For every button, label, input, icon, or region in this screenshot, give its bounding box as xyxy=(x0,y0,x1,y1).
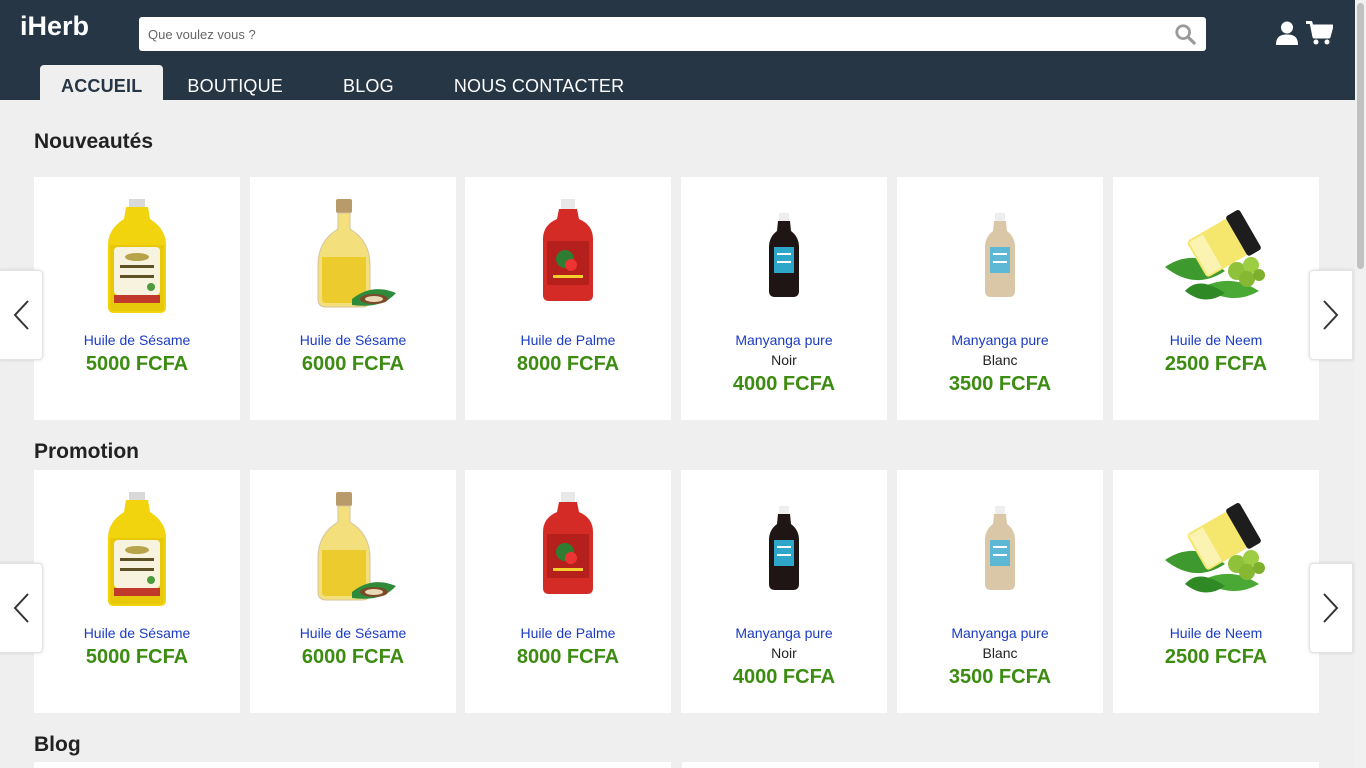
product-name-link[interactable]: Huile de Sésame xyxy=(34,332,240,348)
product-card[interactable]: Manyanga pure Noir 4000 FCFA xyxy=(681,470,887,713)
product-image[interactable] xyxy=(1155,488,1277,610)
chevron-left-icon xyxy=(13,300,29,330)
product-image[interactable] xyxy=(507,195,629,317)
product-image[interactable] xyxy=(723,488,845,610)
chevron-left-icon xyxy=(13,593,29,623)
page-scrollbar[interactable] xyxy=(1355,0,1366,768)
product-name-link[interactable]: Manyanga pure xyxy=(897,625,1103,641)
product-image[interactable] xyxy=(76,488,198,610)
nav-blog[interactable]: BLOG xyxy=(323,65,414,100)
product-image[interactable] xyxy=(1155,195,1277,317)
product-card[interactable]: Manyanga pure Noir 4000 FCFA xyxy=(681,177,887,420)
product-price: 6000 FCFA xyxy=(301,353,405,375)
product-name-link[interactable]: Manyanga pure xyxy=(681,332,887,348)
product-card[interactable]: Manyanga pure Blanc 3500 FCFA xyxy=(897,177,1103,420)
product-card[interactable]: Huile de Neem 2500 FCFA xyxy=(1113,470,1319,713)
section-title-nouveautes: Nouveautés xyxy=(34,130,154,153)
product-carousel-promotion: Huile de Sésame 5000 FCFA Huile de Sésame 6… xyxy=(34,470,1320,713)
product-image[interactable] xyxy=(76,195,198,317)
product-image[interactable] xyxy=(507,488,629,610)
product-price: 5000 FCFA xyxy=(85,353,189,375)
product-price: 8000 FCFA xyxy=(516,646,620,668)
product-name-link[interactable]: Huile de Neem xyxy=(1113,332,1319,348)
product-price: 6000 FCFA xyxy=(301,646,405,668)
header-bar: iHerb ACCUEIL BOUTIQUE BLOG NOUS CONTACT… xyxy=(0,0,1355,100)
section-title-promotion: Promotion xyxy=(34,440,139,463)
product-variant: Blanc xyxy=(982,645,1018,661)
product-variant: Noir xyxy=(771,352,797,368)
product-card[interactable]: Huile de Palme 8000 FCFA xyxy=(465,470,671,713)
product-name-link[interactable]: Huile de Sésame xyxy=(250,625,456,641)
product-price: 3500 FCFA xyxy=(948,666,1052,688)
product-price: 8000 FCFA xyxy=(516,353,620,375)
search-box xyxy=(139,17,1206,51)
product-card[interactable]: Huile de Sésame 6000 FCFA xyxy=(250,177,456,420)
carousel-next-button[interactable] xyxy=(1309,563,1353,653)
carousel-next-button[interactable] xyxy=(1309,270,1353,360)
product-image[interactable] xyxy=(939,195,1061,317)
carousel-prev-button[interactable] xyxy=(0,270,43,360)
product-image[interactable] xyxy=(723,195,845,317)
carousel-prev-button[interactable] xyxy=(0,563,43,653)
product-price: 2500 FCFA xyxy=(1164,353,1268,375)
product-image[interactable] xyxy=(292,195,414,317)
logo[interactable]: iHerb xyxy=(20,11,89,42)
product-price: 4000 FCFA xyxy=(732,373,836,395)
search-icon[interactable] xyxy=(1174,23,1196,45)
scroll-thumb[interactable] xyxy=(1357,3,1364,269)
product-image[interactable] xyxy=(292,488,414,610)
nav-boutique[interactable]: BOUTIQUE xyxy=(167,65,303,100)
product-price: 2500 FCFA xyxy=(1164,646,1268,668)
product-name-link[interactable]: Huile de Sésame xyxy=(34,625,240,641)
product-price: 3500 FCFA xyxy=(948,373,1052,395)
product-card[interactable]: Huile de Palme 8000 FCFA xyxy=(465,177,671,420)
chevron-right-icon xyxy=(1323,593,1339,623)
product-name-link[interactable]: Huile de Neem xyxy=(1113,625,1319,641)
section-title-blog: Blog xyxy=(34,733,81,756)
product-variant: Noir xyxy=(771,645,797,661)
cart-icon[interactable] xyxy=(1306,21,1333,45)
blog-card[interactable] xyxy=(34,762,671,768)
product-variant: Blanc xyxy=(982,352,1018,368)
product-name-link[interactable]: Huile de Palme xyxy=(465,332,671,348)
product-price: 4000 FCFA xyxy=(732,666,836,688)
product-name-link[interactable]: Manyanga pure xyxy=(897,332,1103,348)
nav-contact[interactable]: NOUS CONTACTER xyxy=(434,65,644,100)
user-icon[interactable] xyxy=(1276,21,1298,45)
product-name-link[interactable]: Manyanga pure xyxy=(681,625,887,641)
nav-accueil[interactable]: ACCUEIL xyxy=(40,65,164,100)
product-card[interactable]: Huile de Sésame 5000 FCFA xyxy=(34,470,240,713)
search-input[interactable] xyxy=(139,17,1159,51)
product-card[interactable]: Huile de Sésame 6000 FCFA xyxy=(250,470,456,713)
product-carousel-nouveautes: Huile de Sésame 5000 FCFA Huile de Sésame 6… xyxy=(34,177,1320,420)
product-card[interactable]: Huile de Neem 2500 FCFA xyxy=(1113,177,1319,420)
product-name-link[interactable]: Huile de Sésame xyxy=(250,332,456,348)
product-card[interactable]: Huile de Sésame 5000 FCFA xyxy=(34,177,240,420)
product-image[interactable] xyxy=(939,488,1061,610)
product-price: 5000 FCFA xyxy=(85,646,189,668)
main-nav: ACCUEIL BOUTIQUE BLOG NOUS CONTACTER xyxy=(40,65,648,100)
chevron-right-icon xyxy=(1323,300,1339,330)
product-name-link[interactable]: Huile de Palme xyxy=(465,625,671,641)
blog-card[interactable] xyxy=(682,762,1319,768)
product-card[interactable]: Manyanga pure Blanc 3500 FCFA xyxy=(897,470,1103,713)
